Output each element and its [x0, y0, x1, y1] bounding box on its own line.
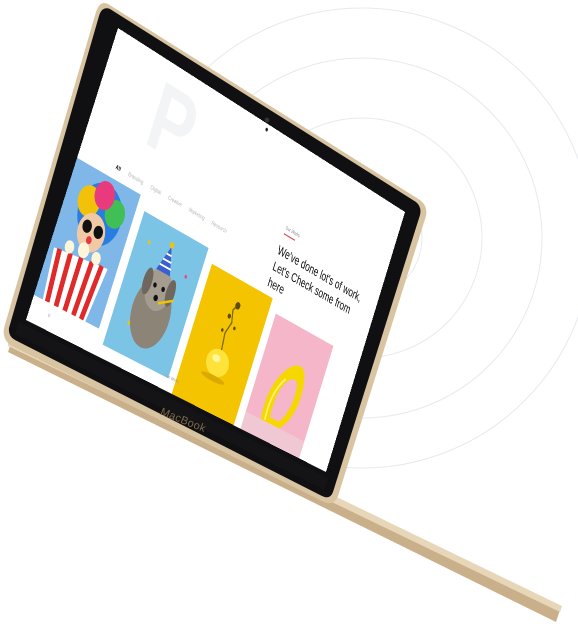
camera-dot	[265, 127, 268, 132]
filter-marketing[interactable]: Marketing	[188, 206, 205, 221]
filter-creative[interactable]: Creative	[167, 194, 182, 208]
filter-all[interactable]: All	[115, 163, 122, 172]
filter-branding[interactable]: Branding	[127, 171, 144, 186]
filter-digital[interactable]: Digital	[150, 184, 162, 196]
footer-copyright: ©	[47, 313, 51, 319]
filter-research[interactable]: Research	[211, 220, 228, 235]
hero-letter: P	[138, 65, 207, 180]
